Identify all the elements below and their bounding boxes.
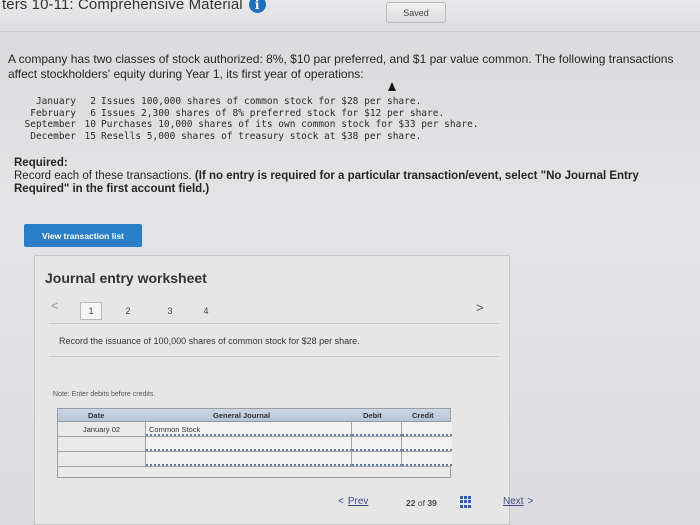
account-select[interactable] <box>146 437 352 451</box>
next-page-button[interactable]: Next > <box>503 496 533 507</box>
chapter-title: ters 10-11: Comprehensive Material <box>2 0 243 13</box>
mouse-cursor-icon <box>388 82 396 91</box>
grid-menu-icon[interactable] <box>460 496 473 508</box>
required-text: Record each of these transactions. <box>14 170 192 182</box>
required-heading: Required: <box>14 157 68 169</box>
transaction-text: Purchases 10,000 shares of its own commo… <box>101 119 479 130</box>
view-transaction-list-button[interactable]: View transaction list <box>24 224 142 247</box>
account-select[interactable]: Common Stock <box>146 422 352 436</box>
worksheet-title: Journal entry worksheet <box>45 270 207 286</box>
worksheet-page-tab-4[interactable]: 4 <box>195 302 217 320</box>
prev-label: Prev <box>347 496 369 507</box>
transaction-day: 6 <box>90 107 96 119</box>
next-label: Next <box>503 496 524 507</box>
top-bar: ters 10-11: Comprehensive Material i Sav… <box>0 0 700 32</box>
page-counter: 22 of 39 <box>406 498 437 508</box>
general-journal-column-header: General Journal <box>213 411 271 420</box>
credit-input[interactable] <box>402 452 452 466</box>
debits-credits-note: Note: Enter debits before credits. <box>53 391 156 398</box>
required-instructions: Record each of these transactions. (If n… <box>14 170 694 196</box>
transaction-row: January 2 Issues 100,000 shares of commo… <box>18 96 479 108</box>
worksheet-page-tab-2[interactable]: 2 <box>117 302 139 320</box>
credit-column-header: Credit <box>412 411 434 420</box>
date-cell[interactable]: January 02 <box>58 422 146 436</box>
chevron-left-icon: < <box>338 496 344 507</box>
debit-input[interactable] <box>352 422 402 436</box>
account-select[interactable] <box>146 452 352 466</box>
problem-statement: A company has two classes of stock autho… <box>8 52 674 81</box>
transaction-row: September 10 Purchases 10,000 shares of … <box>18 119 479 131</box>
saved-status-badge: Saved <box>386 2 446 23</box>
total-pages-number: 39 <box>427 498 437 508</box>
date-cell <box>58 437 146 451</box>
debit-column-header: Debit <box>363 411 382 420</box>
transaction-month: September <box>24 119 76 130</box>
transaction-month: February <box>30 107 76 119</box>
transaction-row: February 6 Issues 2,300 shares of 8% pre… <box>18 108 479 120</box>
task-description-box: Record the issuance of 100,000 shares of… <box>49 323 499 357</box>
debit-input[interactable] <box>352 452 402 466</box>
of-label: of <box>417 498 425 508</box>
journal-row: January 02 Common Stock <box>58 422 452 437</box>
transaction-row: December 15 Resells 5,000 shares of trea… <box>18 131 479 143</box>
task-description: Record the issuance of 100,000 shares of… <box>59 336 360 346</box>
worksheet-prev-arrow-icon[interactable]: < <box>51 298 59 313</box>
journal-row <box>58 452 452 467</box>
credit-input[interactable] <box>402 422 452 436</box>
prev-page-button[interactable]: < Prev <box>338 496 368 507</box>
debit-input[interactable] <box>352 437 402 451</box>
transaction-day: 2 <box>90 96 96 107</box>
page-title: ters 10-11: Comprehensive Material i <box>2 0 266 13</box>
transaction-day: 15 <box>84 130 96 142</box>
transaction-month: December <box>30 130 76 142</box>
transaction-day: 10 <box>84 119 96 130</box>
worksheet-page-tab-3[interactable]: 3 <box>159 302 181 320</box>
chevron-right-icon: > <box>527 496 534 507</box>
info-icon[interactable]: i <box>248 0 266 13</box>
transaction-list: January 2 Issues 100,000 shares of commo… <box>18 96 479 142</box>
general-journal-table: Date General Journal Debit Credit Januar… <box>57 408 452 478</box>
transaction-text: Issues 2,300 shares of 8% preferred stoc… <box>101 107 445 119</box>
credit-input[interactable] <box>402 437 452 451</box>
date-column-header: Date <box>88 411 105 420</box>
required-section: Required: Record each of these transacti… <box>14 157 694 196</box>
journal-row <box>58 437 452 452</box>
journal-entry-worksheet: Journal entry worksheet < 1 2 3 4 > Reco… <box>34 255 510 525</box>
transaction-text: Resells 5,000 shares of treasury stock a… <box>101 130 422 142</box>
transaction-month: January <box>35 96 76 107</box>
transaction-text: Issues 100,000 shares of common stock fo… <box>101 96 422 107</box>
worksheet-page-tab-1[interactable]: 1 <box>80 302 102 320</box>
journal-header-row: Date General Journal Debit Credit <box>58 409 450 422</box>
current-page-number: 22 <box>406 498 416 508</box>
worksheet-next-arrow-icon[interactable]: > <box>476 300 484 315</box>
date-cell <box>58 452 146 466</box>
